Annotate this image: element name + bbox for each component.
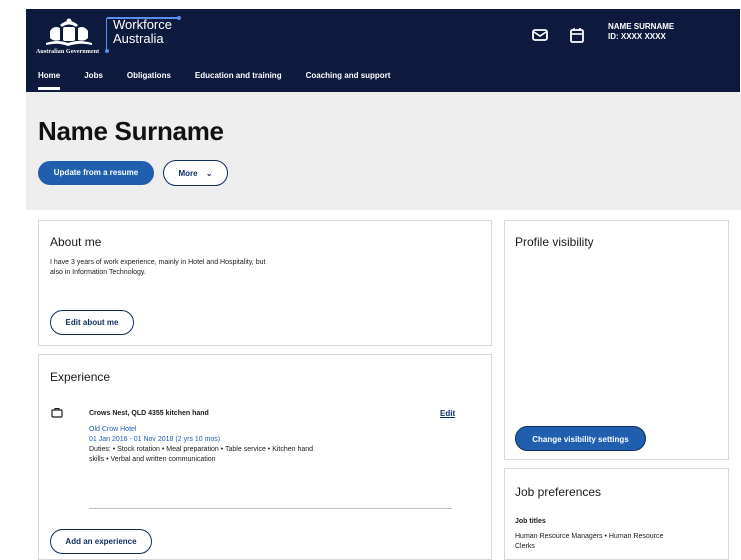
profile-hero: Name Surname Update from a resume More ⌄ bbox=[26, 92, 741, 210]
nav-obligations[interactable]: Obligations bbox=[115, 71, 183, 92]
user-account[interactable]: NAME SURNAME ID: XXXX XXXX bbox=[608, 22, 674, 42]
experience-card: Experience Crows Nest, QLD 4355 kitchen … bbox=[38, 354, 492, 560]
workforce-australia-logo[interactable]: Workforce Australia bbox=[106, 18, 172, 52]
more-button[interactable]: More ⌄ bbox=[163, 160, 228, 186]
experience-duties-2: skills • Verbal and written communicatio… bbox=[89, 456, 216, 463]
about-me-title: About me bbox=[50, 235, 102, 249]
about-me-text: I have 3 years of work experience, mainl… bbox=[50, 259, 266, 276]
profile-visibility-title: Profile visibility bbox=[515, 235, 594, 249]
experience-item: Crows Nest, QLD 4355 kitchen hand Old Cr… bbox=[89, 409, 389, 465]
experience-dates: 01 Jan 2016 - 01 Nov 2018 (2 yrs 10 mos) bbox=[89, 436, 221, 443]
job-preferences-card: Job preferences Job titles Human Resourc… bbox=[504, 468, 729, 560]
update-from-resume-button[interactable]: Update from a resume bbox=[38, 161, 154, 185]
calendar-icon[interactable] bbox=[567, 25, 587, 45]
nav-jobs[interactable]: Jobs bbox=[72, 71, 115, 92]
user-id: ID: XXXX XXXX bbox=[608, 32, 666, 41]
page-title: Name Surname bbox=[38, 116, 224, 146]
main-nav: Home Jobs Obligations Education and trai… bbox=[26, 71, 402, 92]
experience-title: Experience bbox=[50, 370, 111, 384]
user-name: NAME SURNAME bbox=[608, 22, 675, 31]
brand-line-1: Workforce bbox=[113, 17, 172, 32]
experience-employer: Old Crow Hotel bbox=[89, 426, 137, 433]
job-titles-list: Human Resource Managers • Human Resource… bbox=[515, 533, 664, 550]
add-experience-button[interactable]: Add an experience bbox=[50, 529, 152, 554]
briefcase-icon bbox=[51, 407, 63, 418]
chevron-down-icon: ⌄ bbox=[205, 168, 213, 178]
nav-home[interactable]: Home bbox=[26, 71, 72, 92]
nav-coaching-and-support[interactable]: Coaching and support bbox=[294, 71, 403, 92]
experience-divider bbox=[89, 508, 452, 509]
coat-of-arms-logo bbox=[46, 18, 92, 46]
edit-experience-link[interactable]: Edit bbox=[440, 409, 455, 418]
change-visibility-settings-button[interactable]: Change visibility settings bbox=[515, 426, 646, 451]
job-preferences-title: Job preferences bbox=[515, 485, 602, 499]
nav-education-and-training[interactable]: Education and training bbox=[183, 71, 294, 92]
job-titles-heading: Job titles bbox=[515, 518, 546, 525]
edit-about-me-button[interactable]: Edit about me bbox=[50, 310, 134, 335]
about-me-card: About me I have 3 years of work experien… bbox=[38, 220, 492, 346]
site-header: Australian Government Workforce Australi… bbox=[26, 9, 740, 92]
mail-icon[interactable] bbox=[530, 25, 550, 45]
profile-visibility-card: Profile visibility Change visibility set… bbox=[504, 220, 729, 460]
experience-duties-1: Duties: • Stock rotation • Meal preparat… bbox=[89, 446, 314, 453]
brand-line-2: Australia bbox=[113, 31, 164, 46]
experience-role: Crows Nest, QLD 4355 kitchen hand bbox=[89, 410, 209, 417]
government-label: Australian Government bbox=[36, 49, 100, 55]
